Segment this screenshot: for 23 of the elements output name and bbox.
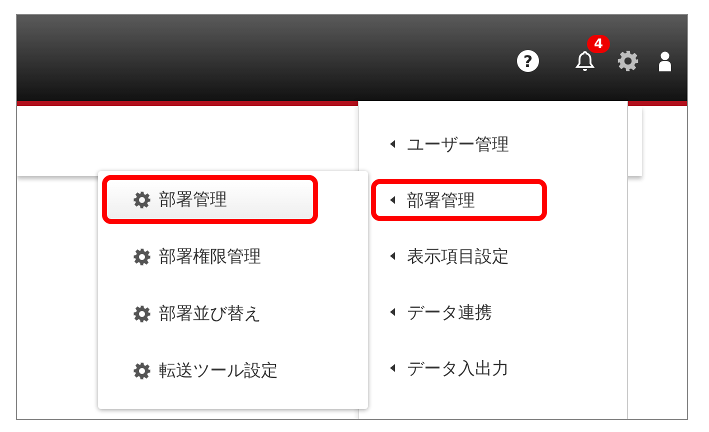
gear-icon — [133, 248, 151, 266]
submenu-item[interactable]: 転送ツール設定 — [102, 346, 318, 395]
notification-badge: 4 — [587, 35, 610, 53]
user-icon[interactable] — [659, 50, 671, 72]
menu-item[interactable]: データ連携 — [371, 291, 547, 333]
submenu-item[interactable]: 部署権限管理 — [102, 232, 318, 281]
help-button[interactable]: ? — [517, 50, 539, 72]
menu-item[interactable]: データ入出力 — [371, 347, 547, 389]
gear-icon — [133, 304, 151, 322]
gear-icon — [133, 190, 151, 208]
caret-icon — [390, 308, 395, 316]
bell-icon[interactable] — [573, 49, 597, 73]
settings-icon[interactable] — [617, 50, 639, 72]
gear-icon — [133, 362, 151, 380]
caret-icon — [390, 252, 395, 260]
menu-item[interactable]: 表示項目設定 — [371, 235, 547, 277]
menu-item[interactable]: 部署管理 — [371, 179, 547, 221]
caret-icon — [390, 140, 395, 148]
submenu-item[interactable]: 部署並び替え — [102, 289, 318, 338]
caret-icon — [390, 196, 395, 204]
menu-item[interactable]: ユーザー管理 — [371, 123, 547, 165]
submenu-item[interactable]: 部署管理 — [102, 175, 318, 224]
caret-icon — [390, 364, 395, 372]
